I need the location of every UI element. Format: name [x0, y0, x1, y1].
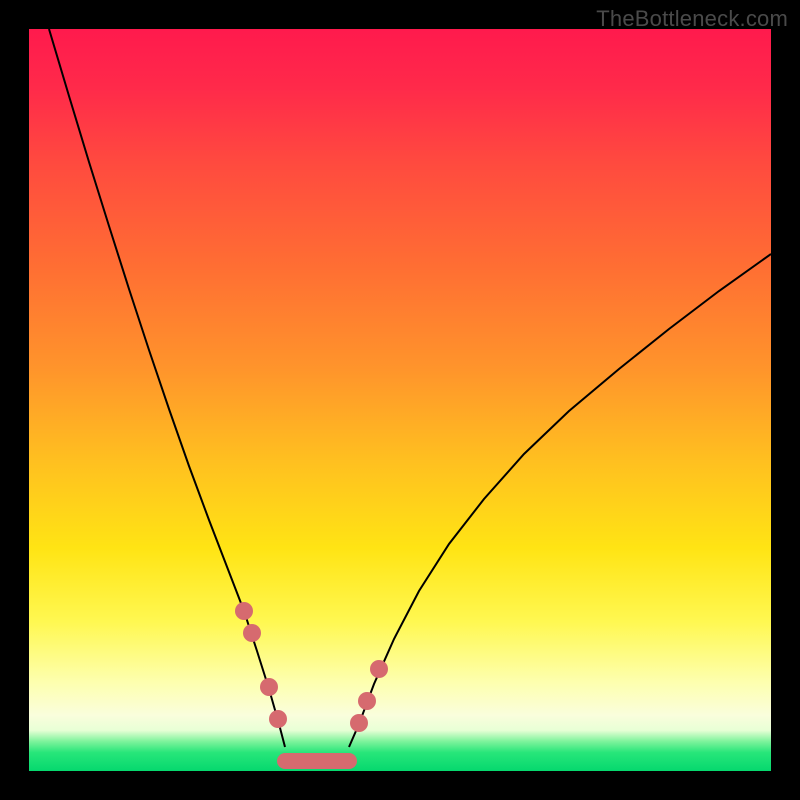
marker-dot: [370, 660, 388, 678]
marker-dot: [358, 692, 376, 710]
marker-dot: [269, 710, 287, 728]
marker-dot: [243, 624, 261, 642]
marker-dot: [350, 714, 368, 732]
chart-frame: TheBottleneck.com: [0, 0, 800, 800]
marker-dot: [235, 602, 253, 620]
plot-area: [29, 29, 771, 771]
right-curve: [349, 254, 771, 747]
curve-layer: [29, 29, 771, 771]
watermark-text: TheBottleneck.com: [596, 6, 788, 32]
marker-dots: [235, 602, 388, 732]
marker-dot: [260, 678, 278, 696]
